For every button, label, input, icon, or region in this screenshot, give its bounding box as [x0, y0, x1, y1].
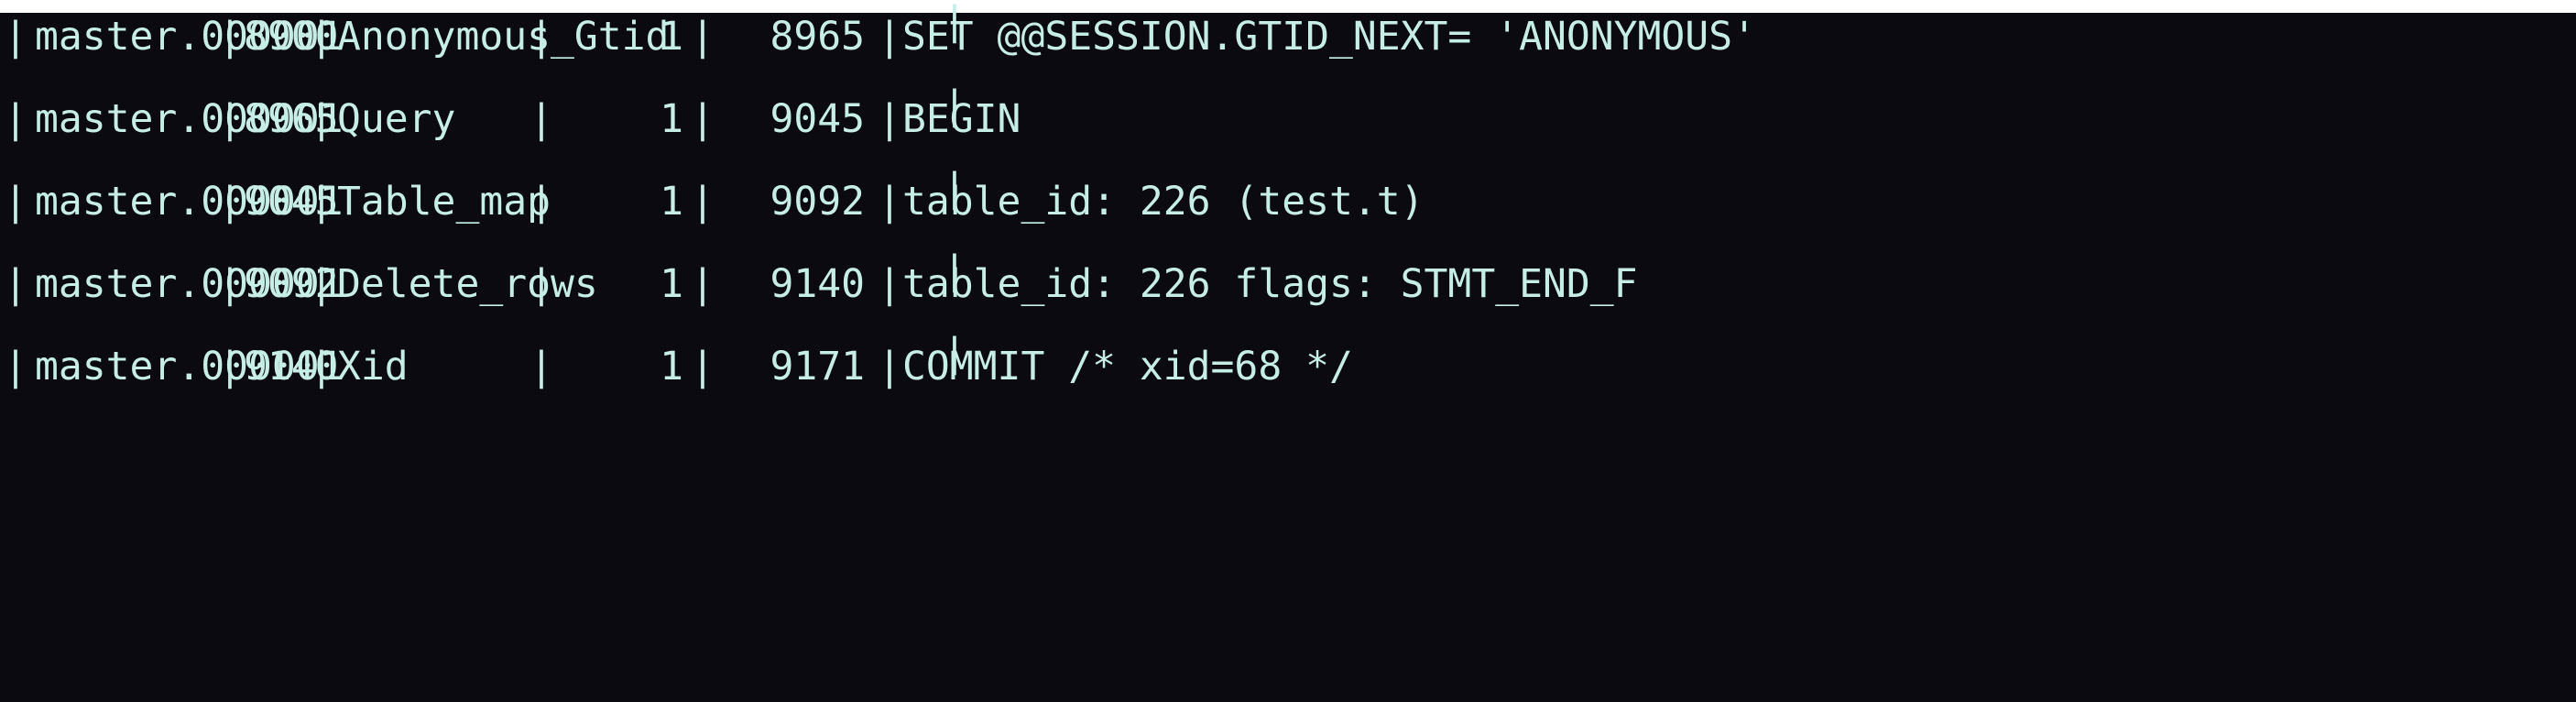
column-separator: | [878, 261, 901, 307]
server-id-cell: 1 [660, 96, 683, 142]
column-separator: | [691, 179, 715, 225]
column-separator: | [529, 344, 553, 389]
event-type-cell: Query [337, 96, 456, 142]
info-cell: table_id: 226 (test.t) [902, 179, 1424, 225]
end-log-pos-cell: 9045 [770, 96, 865, 142]
column-separator: | [310, 179, 333, 225]
info-cell: COMMIT /* xid=68 */ [902, 344, 1353, 389]
column-separator: | [310, 261, 333, 307]
server-id-cell: 1 [660, 261, 683, 307]
server-id-cell: 1 [660, 179, 683, 225]
event-type-cell: Table_map [337, 179, 551, 225]
column-separator: | [218, 14, 242, 60]
end-log-pos-cell: 8965 [770, 14, 865, 60]
column-separator: | [691, 261, 715, 307]
server-id-cell: 1 [660, 14, 683, 60]
column-separator: | [310, 344, 333, 389]
column-separator: | [691, 14, 715, 60]
terminal-output: | | | | | | master.000001 | 8900 | Anonymous_Gtid |… [0, 2, 2576, 702]
info-cell: BEGIN [902, 96, 1021, 142]
server-id-cell: 1 [660, 344, 683, 389]
event-type-cell: Xid [337, 344, 409, 389]
window-edge [0, 0, 2576, 13]
column-separator: | [529, 14, 553, 60]
column-separator: | [218, 179, 242, 225]
column-separator: | [529, 96, 553, 142]
end-log-pos-cell: 9140 [770, 261, 865, 307]
column-separator: | [4, 261, 27, 307]
column-separator: | [218, 96, 242, 142]
end-log-pos-cell: 9171 [770, 344, 865, 389]
column-separator: | [4, 96, 27, 142]
end-log-pos-cell: 9092 [770, 179, 865, 225]
column-separator: | [4, 179, 27, 225]
column-separator: | [218, 261, 242, 307]
column-separator: | [691, 344, 715, 389]
column-separator: | [4, 14, 27, 60]
column-separator: | [529, 261, 553, 307]
column-separator: | [4, 344, 27, 389]
column-separator: | [529, 179, 553, 225]
info-cell: table_id: 226 flags: STMT_END_F [902, 261, 1638, 307]
column-separator: | [218, 344, 242, 389]
column-separator: | [310, 14, 333, 60]
column-separator: | [878, 179, 901, 225]
info-cell: SET @@SESSION.GTID_NEXT= 'ANONYMOUS' [902, 14, 1756, 60]
event-type-cell: Delete_rows [337, 261, 598, 307]
column-separator: | [310, 96, 333, 142]
column-separator: | [878, 96, 901, 142]
column-separator: | [691, 96, 715, 142]
column-separator: | [878, 14, 901, 60]
event-type-cell: Anonymous_Gtid [337, 14, 670, 60]
column-separator: | [878, 344, 901, 389]
